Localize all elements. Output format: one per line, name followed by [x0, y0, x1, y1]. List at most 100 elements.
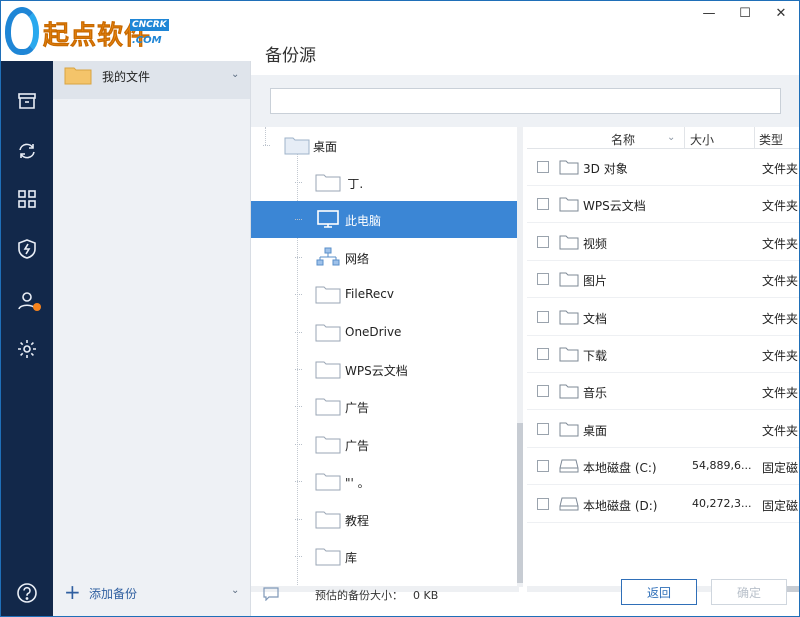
- back-button[interactable]: 返回: [621, 579, 697, 605]
- tree-node-label: 此电脑: [345, 214, 382, 229]
- tree-node[interactable]: "' 。: [251, 463, 517, 500]
- tree-node[interactable]: 广告: [251, 426, 517, 463]
- list-item[interactable]: 桌面 文件夹: [527, 411, 799, 448]
- tree-node-label: OneDrive: [345, 324, 402, 339]
- list-item[interactable]: 本地磁盘 (C:) 54,889,6... 固定磁: [527, 448, 799, 486]
- list-item[interactable]: 本地磁盘 (D:) 40,272,3... 固定磁: [527, 486, 799, 523]
- folder-icon: [315, 548, 341, 566]
- tree-node[interactable]: 库: [251, 538, 517, 575]
- help-icon[interactable]: [1, 573, 53, 613]
- minimize-button[interactable]: —: [691, 1, 727, 25]
- brand-logo: 起点软件 CNCRK .COM: [1, 1, 251, 61]
- tree-node[interactable]: FileRecv: [251, 276, 517, 313]
- column-type[interactable]: 类型: [759, 131, 783, 148]
- tree-connector: [295, 331, 302, 333]
- folder-icon: [315, 286, 341, 304]
- estimate-text: 预估的备份大小： 0 KB: [315, 587, 438, 603]
- apps-grid-icon[interactable]: [1, 179, 53, 219]
- tree-node[interactable]: 教程: [251, 501, 517, 538]
- row-checkbox[interactable]: [537, 460, 549, 473]
- folder-icon: [559, 160, 579, 175]
- tree-node[interactable]: 此电脑: [251, 201, 517, 239]
- logo-tag-top: CNCRK: [130, 19, 169, 31]
- drive-icon: [559, 497, 579, 511]
- list-item[interactable]: 下载 文件夹: [527, 336, 799, 373]
- tree-scrollbar[interactable]: [517, 127, 523, 587]
- item-type: 文件夹: [762, 236, 799, 251]
- add-backup-button[interactable]: + 添加备份 ⌄: [53, 576, 250, 608]
- column-size[interactable]: 大小: [690, 131, 714, 148]
- list-item[interactable]: WPS云文档 文件夹: [527, 186, 799, 224]
- account-icon[interactable]: [1, 281, 53, 321]
- row-checkbox[interactable]: [537, 235, 549, 248]
- tree-node-root[interactable]: 桌面: [251, 127, 517, 164]
- tree-node-label: 广告: [345, 438, 370, 453]
- search-input[interactable]: [270, 88, 781, 114]
- list-item[interactable]: 文档 文件夹: [527, 299, 799, 336]
- settings-gear-icon[interactable]: [1, 329, 53, 369]
- tree-node[interactable]: 丁.: [251, 164, 517, 201]
- row-checkbox[interactable]: [537, 497, 549, 510]
- archive-icon[interactable]: [1, 81, 53, 121]
- page-title: 备份源: [265, 46, 316, 66]
- chevron-down-icon[interactable]: ⌄: [231, 585, 239, 596]
- item-type: 文件夹: [762, 423, 799, 438]
- item-type: 文件夹: [762, 311, 799, 326]
- estimate-label: 预估的备份大小：: [315, 589, 403, 602]
- scrollbar-thumb[interactable]: [517, 423, 523, 583]
- sort-chevron-icon[interactable]: ⌄: [667, 132, 675, 143]
- column-divider[interactable]: [754, 127, 755, 149]
- row-checkbox[interactable]: [537, 422, 549, 435]
- tree-connector: [295, 556, 302, 557]
- chevron-down-icon[interactable]: ⌄: [231, 69, 239, 80]
- item-type: 文件夹: [762, 162, 799, 176]
- list-item[interactable]: 音乐 文件夹: [527, 373, 799, 411]
- estimate-value: 0 KB: [413, 589, 439, 602]
- tree-node[interactable]: WPS云文档: [251, 351, 517, 388]
- nav-rail: [1, 61, 53, 616]
- ok-button[interactable]: 确定: [711, 579, 787, 605]
- maximize-button[interactable]: ☐: [727, 1, 763, 25]
- list-header: 名称 ⌄ 大小 类型: [527, 127, 799, 149]
- row-checkbox[interactable]: [537, 310, 549, 323]
- list-item[interactable]: 图片 文件夹: [527, 261, 799, 299]
- sync-icon[interactable]: [1, 131, 53, 171]
- item-type: 文件夹: [762, 386, 799, 401]
- logo-tag-bottom: .COM: [132, 35, 162, 46]
- column-name[interactable]: 名称: [611, 131, 635, 148]
- column-divider[interactable]: [684, 127, 685, 149]
- tree-node[interactable]: OneDrive: [251, 314, 517, 351]
- tree-connector: [295, 369, 302, 370]
- row-checkbox[interactable]: [537, 198, 549, 211]
- row-checkbox[interactable]: [537, 161, 549, 173]
- item-type: 文件夹: [762, 274, 799, 289]
- item-name: 桌面: [583, 423, 608, 438]
- row-checkbox[interactable]: [537, 273, 549, 286]
- tree-node-label: 教程: [345, 513, 370, 528]
- folder-icon: [559, 347, 579, 362]
- list-item[interactable]: 3D 对象 文件夹: [527, 149, 799, 186]
- item-name: 音乐: [583, 386, 608, 401]
- tree-node[interactable]: 网络: [251, 239, 517, 276]
- shield-bolt-icon[interactable]: [1, 229, 53, 269]
- window-controls: — ☐ ✕: [691, 1, 799, 27]
- tree-connector: [295, 481, 302, 483]
- tree-node-label: FileRecv: [345, 287, 394, 302]
- list-item[interactable]: 视频 文件夹: [527, 224, 799, 261]
- tree-connector: [295, 443, 302, 445]
- comment-icon[interactable]: [263, 587, 279, 601]
- tree-node-label: 广告: [345, 401, 370, 416]
- item-name: 图片: [583, 274, 608, 289]
- logo-mark: [5, 7, 39, 55]
- folder-tree: 桌面 丁. 此电脑 网络 FileRecv OneDrive WPS云文档 广告 广告 "' 。…: [251, 127, 519, 587]
- tree-node-label: "' 。: [345, 476, 370, 491]
- folder-icon: [315, 361, 341, 379]
- row-checkbox[interactable]: [537, 385, 549, 398]
- network-icon: [316, 247, 340, 266]
- side-item-label: 我的文件: [102, 70, 151, 84]
- close-button[interactable]: ✕: [763, 1, 799, 25]
- side-panel: 我的文件 ⌄ + 添加备份 ⌄: [53, 1, 251, 616]
- folder-icon: [559, 422, 579, 437]
- row-checkbox[interactable]: [537, 348, 549, 360]
- tree-node[interactable]: 广告: [251, 388, 517, 425]
